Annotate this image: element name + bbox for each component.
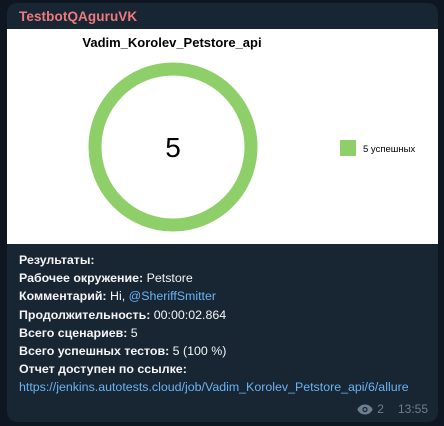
env-value: Petstore xyxy=(143,271,193,286)
passed-value: 5 (100 %) xyxy=(169,344,227,359)
results-heading: Результаты: xyxy=(19,253,95,267)
duration-label: Продолжительность: xyxy=(19,307,151,322)
total-label: Всего сценариев: xyxy=(19,325,128,340)
report-link[interactable]: https://jenkins.autotests.cloud/job/Vadi… xyxy=(19,378,429,396)
message-bubble: TestbotQAguruVK Vadim_Korolev_Petstore_a… xyxy=(7,3,438,422)
sender-name[interactable]: TestbotQAguruVK xyxy=(19,9,137,24)
comment-prefix: Hi, xyxy=(106,289,129,304)
passed-label: Всего успешных тестов: xyxy=(19,344,170,359)
chart-title: Vadim_Korolev_Petstore_api xyxy=(82,35,261,50)
env-line: Рабочее окружение: Petstore xyxy=(19,269,429,287)
env-label: Рабочее окружение: xyxy=(19,271,144,286)
eye-icon xyxy=(357,404,373,414)
message-meta: 2 13:55 xyxy=(357,402,428,416)
passed-line: Всего успешных тестов: 5 (100 %) xyxy=(19,342,429,360)
report-label: Отчет доступен по ссылке: xyxy=(19,362,187,377)
duration-value: 00:00:02.864 xyxy=(150,307,227,322)
comment-label: Комментарий: xyxy=(19,289,107,304)
report-chart-image[interactable]: Vadim_Korolev_Petstore_api 5 5 успешных xyxy=(7,29,438,244)
total-line: Всего сценариев: 5 xyxy=(19,324,429,342)
donut-chart: Vadim_Korolev_Petstore_api 5 5 успешных xyxy=(82,35,415,232)
mention-link[interactable]: @SheriffSmitter xyxy=(129,289,216,303)
message-text: Результаты: Рабочее окружение: Petstore … xyxy=(19,251,429,397)
donut-center-value: 5 xyxy=(165,132,181,163)
legend-swatch xyxy=(340,140,356,156)
legend-label: 5 успешных xyxy=(363,144,415,155)
message-time: 13:55 xyxy=(397,402,428,416)
total-value: 5 xyxy=(127,325,138,340)
duration-line: Продолжительность: 00:00:02.864 xyxy=(19,306,429,324)
views-count: 2 xyxy=(377,402,384,416)
comment-line: Комментарий: Hi, @SheriffSmitter xyxy=(19,287,429,305)
